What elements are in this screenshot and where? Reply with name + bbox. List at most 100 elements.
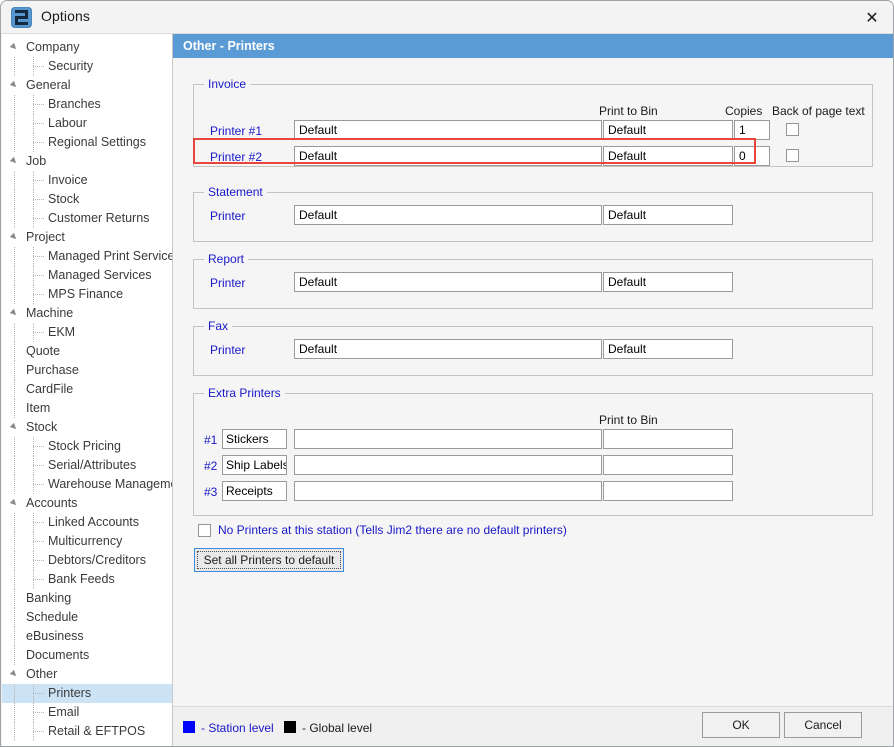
sidebar-item-printers[interactable]: Printers [2,684,172,703]
sidebar-item-label: Stock [26,420,58,434]
sidebar-item-label: Stock [48,192,80,206]
report-printer-label: Printer [210,276,246,290]
sidebar-item-job[interactable]: Job [2,152,172,171]
sidebar-item-label: Managed Services [48,268,152,282]
extra-printer1-name-input[interactable]: Stickers [222,429,287,449]
sidebar-item-email[interactable]: Email [2,703,172,722]
station-level-text: - Station level [201,721,274,735]
cancel-button[interactable]: Cancel [784,712,862,738]
sidebar-item-company[interactable]: Company [2,38,172,57]
sidebar-item-machine[interactable]: Machine [2,304,172,323]
sidebar-item-branches[interactable]: Branches [2,95,172,114]
extra-printer2-name-input[interactable]: Ship Labels [222,455,287,475]
sidebar-item-label: Stock Pricing [48,439,121,453]
sidebar-item-purchase[interactable]: Purchase [2,361,172,380]
sidebar-item-security[interactable]: Security [2,57,172,76]
invoice-printer1-bin-select[interactable]: Default [603,120,733,140]
set-all-printers-to-default-label: Set all Printers to default [203,553,335,567]
sidebar-item-label: Labour [48,116,87,130]
sidebar-item-label: Banking [26,591,72,605]
sidebar-item-stock-pricing[interactable]: Stock Pricing [2,437,172,456]
sidebar-item-managed-services[interactable]: Managed Services [2,266,172,285]
close-icon[interactable]: ✕ [849,1,893,33]
extra-printer1-select[interactable] [294,429,602,449]
sidebar-item-invoice[interactable]: Invoice [2,171,172,190]
sidebar-item-multicurrency[interactable]: Multicurrency [2,532,172,551]
sidebar-item-label: Serial/Attributes [48,458,137,472]
extra-printers-group-legend: Extra Printers [204,386,285,400]
sidebar-item-managed-print-services[interactable]: Managed Print Services [2,247,172,266]
report-printer-bin-select[interactable]: Default [603,272,733,292]
extra-printer2-bin-select[interactable] [603,455,733,475]
extra-printer3-select[interactable] [294,481,602,501]
global-level-text: - Global level [302,721,373,735]
ok-button[interactable]: OK [702,712,780,738]
extra-printer2-select[interactable] [294,455,602,475]
options-dialog: Options ✕ Company Security General Branches… [0,0,894,747]
sidebar-item-banking[interactable]: Banking [2,589,172,608]
sidebar-item-general[interactable]: General [2,76,172,95]
extra-printer3-bin-select[interactable] [603,481,733,501]
fax-printer-bin-select[interactable]: Default [603,339,733,359]
invoice-printer1-back-of-page-checkbox[interactable] [786,123,799,136]
sidebar-item-bank-feeds[interactable]: Bank Feeds [2,570,172,589]
settings-tree[interactable]: Company Security General Branches Labour Regi… [2,34,173,746]
sidebar-item-retail-eftpos[interactable]: Retail & EFTPOS [2,722,172,741]
sidebar-item-label: Retail & EFTPOS [48,724,146,738]
invoice-printer2-bin-select[interactable]: Default [603,146,733,166]
sidebar-item-customer-returns[interactable]: Customer Returns [2,209,172,228]
fax-printer-label: Printer [210,343,246,357]
invoice-printer2-copies-stepper[interactable]: 0 [734,146,770,166]
extra-printers-group: Extra Printers Print to Bin #1 Stickers … [193,386,873,516]
sidebar-item-regional-settings[interactable]: Regional Settings [2,133,172,152]
invoice-printer2-select[interactable]: Default [294,146,602,166]
sidebar-item-documents[interactable]: Documents [2,646,172,665]
invoice-printer2-back-of-page-checkbox[interactable] [786,149,799,162]
window-title: Options [41,8,90,24]
extra-printer3-number: #3 [204,485,218,499]
sidebar-item-stock[interactable]: Stock [2,190,172,209]
sidebar-item-ebusiness[interactable]: eBusiness [2,627,172,646]
no-printers-checkbox[interactable] [198,524,211,537]
sidebar-item-label: eBusiness [26,629,84,643]
global-level-swatch [284,721,296,733]
sidebar-item-item[interactable]: Item [2,399,172,418]
sidebar-item-label: Company [26,40,80,54]
sidebar-item-label: Printers [48,686,92,700]
sidebar-item-linked-accounts[interactable]: Linked Accounts [2,513,172,532]
invoice-print-to-bin-header: Print to Bin [599,104,658,118]
sidebar-item-quote[interactable]: Quote [2,342,172,361]
sidebar-item-label: Regional Settings [48,135,146,149]
report-printer-select[interactable]: Default [294,272,602,292]
sidebar-item-labour[interactable]: Labour [2,114,172,133]
report-group: Report Printer Default Default [193,252,873,309]
sidebar-item-label: Warehouse Management [48,477,172,491]
statement-group: Statement Printer Default Default [193,185,873,242]
sidebar-item-debtors-creditors[interactable]: Debtors/Creditors [2,551,172,570]
sidebar-item-label: Purchase [26,363,79,377]
sidebar-item-label: General [26,78,71,92]
sidebar-item-other[interactable]: Other [2,665,172,684]
fax-printer-select[interactable]: Default [294,339,602,359]
invoice-printer1-select[interactable]: Default [294,120,602,140]
extra-printer1-bin-select[interactable] [603,429,733,449]
sidebar-item-ekm[interactable]: EKM [2,323,172,342]
sidebar-item-serial-attributes[interactable]: Serial/Attributes [2,456,172,475]
sidebar-item-accounts[interactable]: Accounts [2,494,172,513]
invoice-printer1-copies-stepper[interactable]: 1 [734,120,770,140]
sidebar-item-schedule[interactable]: Schedule [2,608,172,627]
extra-printer1-number: #1 [204,433,218,447]
sidebar-item-label: Customer Returns [48,211,150,225]
statement-printer-select[interactable]: Default [294,205,602,225]
sidebar-item-cardfile[interactable]: CardFile [2,380,172,399]
sidebar-item-mps-finance[interactable]: MPS Finance [2,285,172,304]
sidebar-item-stock[interactable]: Stock [2,418,172,437]
statement-printer-bin-select[interactable]: Default [603,205,733,225]
extra-printer3-name-input[interactable]: Receipts [222,481,287,501]
sidebar-item-warehouse-management[interactable]: Warehouse Management [2,475,172,494]
extra-printer2-number: #2 [204,459,218,473]
invoice-group: Invoice Print to Bin Copies Back of page… [193,77,873,167]
set-all-printers-to-default-button[interactable]: Set all Printers to default [194,548,344,572]
sidebar-item-project[interactable]: Project [2,228,172,247]
no-printers-label[interactable]: No Printers at this station (Tells Jim2 … [218,523,567,537]
